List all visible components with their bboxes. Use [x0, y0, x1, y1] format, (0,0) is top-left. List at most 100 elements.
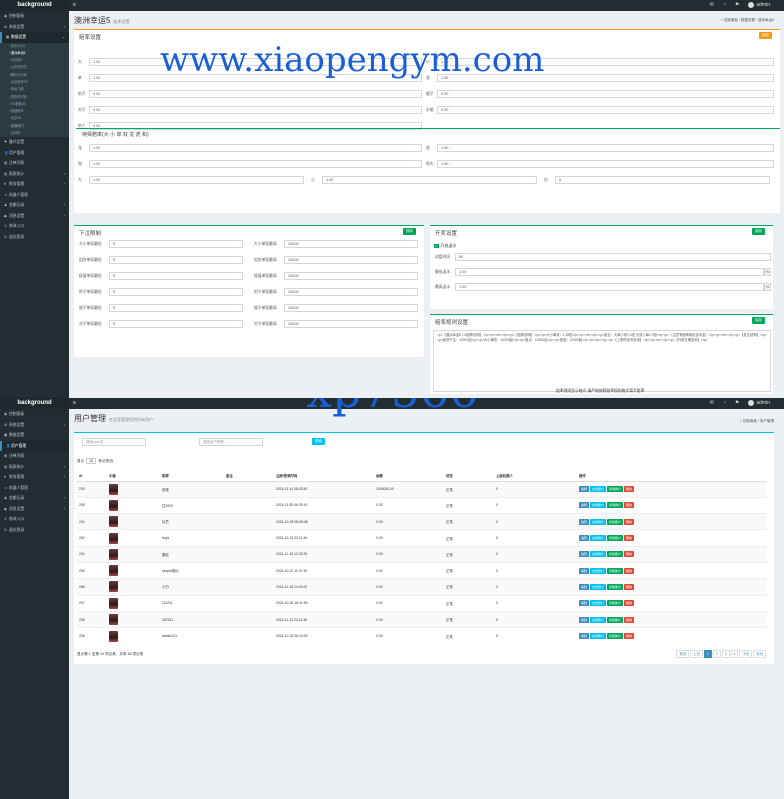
triple-odds-field-input[interactable]: 1.90 — [322, 176, 537, 184]
action-button[interactable]: 编辑 — [579, 486, 590, 493]
page-link[interactable]: 3 — [721, 650, 730, 658]
special-odds-field-input[interactable]: 1.90 — [89, 160, 422, 168]
page-link[interactable]: 2 — [712, 650, 721, 658]
column-header[interactable]: ID — [77, 471, 107, 482]
action-button[interactable]: 删除 — [624, 486, 635, 493]
special-odds-field-input[interactable]: 1.90 — [437, 144, 774, 152]
action-button[interactable]: 充值账户 — [590, 486, 607, 493]
action-button[interactable]: 扣除账户 — [607, 518, 624, 525]
action-button[interactable]: 删除 — [624, 535, 635, 542]
column-header[interactable]: 头像 — [107, 471, 160, 482]
sidebar-item[interactable]: ⚙ 系统设置 ‹ — [0, 420, 69, 431]
breadcrumb[interactable]: ⌂ 控制面板 › 用户管理 — [740, 419, 774, 424]
action-button[interactable]: 删除 — [624, 567, 635, 574]
action-button[interactable]: 扣除账户 — [607, 551, 624, 558]
sidebar-item[interactable]: ◆ 消息设置 ‹ — [0, 211, 69, 222]
sidebar-subitem[interactable]: ○ 比特币 — [0, 130, 69, 137]
menu-toggle-icon[interactable]: ≡ — [73, 2, 76, 8]
sidebar-item[interactable]: ▤ 注单列表 — [0, 158, 69, 169]
rebate-field-input[interactable]: 1.00 — [455, 283, 764, 291]
page-link[interactable]: 首页 — [676, 650, 690, 658]
sidebar-subitem[interactable]: ○ 山东快乐扫 — [0, 64, 69, 71]
rebate-switch-checkbox[interactable]: ✓ 开启返水 — [434, 243, 457, 249]
odds-field-input[interactable]: 9.90 — [89, 90, 422, 98]
user-menu[interactable]: admin — [748, 400, 770, 406]
triple-odds-field-input[interactable]: 5 — [555, 176, 770, 184]
action-button[interactable]: 充值账户 — [590, 616, 607, 623]
action-button[interactable]: 扣除账户 — [607, 486, 624, 493]
flag-icon[interactable]: ⚑ — [735, 2, 739, 8]
special-odds-field-input[interactable]: 1.90 — [437, 160, 774, 168]
action-button[interactable]: 充值账户 — [590, 600, 607, 607]
rebate-save-button[interactable]: 保存 — [752, 228, 765, 235]
odds-field-input[interactable]: 9.90 — [89, 106, 422, 114]
action-button[interactable]: 充值账户 — [590, 535, 607, 542]
page-link[interactable]: 上页 — [690, 650, 703, 658]
sidebar-subitem[interactable]: ○ 河北快3 — [0, 57, 69, 64]
limit-max-field-input[interactable]: 10000 — [284, 240, 418, 248]
mail-icon[interactable]: ✉ — [710, 400, 714, 406]
sidebar-item[interactable]: ⏻ 退出登录 — [0, 232, 69, 243]
limit-max-field-input[interactable]: 10000 — [284, 256, 418, 264]
action-button[interactable]: 删除 — [624, 633, 635, 640]
action-button[interactable]: 扣除账户 — [607, 567, 624, 574]
limit-min-field-input[interactable]: 5 — [109, 240, 243, 248]
action-button[interactable]: 删除 — [624, 600, 635, 607]
odds-field-input[interactable]: 1.90 — [437, 74, 774, 82]
search-button[interactable]: 搜索 — [312, 438, 325, 445]
sidebar-item[interactable]: ⚙ 系统设置 ‹ — [0, 22, 69, 33]
action-button[interactable]: 删除 — [624, 502, 635, 509]
rebate-field-input[interactable]: 1.00 — [455, 268, 764, 276]
sidebar-item[interactable]: ▦ 数据设置 — [0, 430, 69, 441]
page-length-select[interactable]: 10 — [86, 458, 97, 464]
limit-max-field-input[interactable]: 10000 — [284, 304, 418, 312]
sidebar-subitem[interactable]: ○ 重庆时时彩 — [0, 94, 69, 101]
sidebar-subitem[interactable]: ○ 极速赛车 — [0, 108, 69, 115]
page-link[interactable]: 4 — [730, 650, 739, 658]
column-header[interactable]: 操作 — [577, 471, 767, 482]
brand-logo[interactable]: background — [0, 0, 69, 11]
sidebar-subitem[interactable]: ○ 腾讯分分彩 — [0, 72, 69, 79]
action-button[interactable]: 编辑 — [579, 600, 590, 607]
sidebar-item[interactable]: ¥ 财务管理 ‹ — [0, 472, 69, 483]
action-button[interactable]: 编辑 — [579, 535, 590, 542]
action-button[interactable]: 删除 — [624, 551, 635, 558]
flag-icon[interactable]: ⚑ — [735, 400, 739, 406]
odds-field-input[interactable]: 1.90 — [89, 74, 422, 82]
brand-logo[interactable]: background — [0, 398, 69, 409]
notification-icon[interactable]: ◔ — [723, 2, 726, 8]
action-button[interactable]: 充值账户 — [590, 583, 607, 590]
action-button[interactable]: 扣除账户 — [607, 535, 624, 542]
limit-max-field-input[interactable]: 10000 — [284, 320, 418, 328]
action-button[interactable]: 充值账户 — [590, 567, 607, 574]
mail-icon[interactable]: ✉ — [710, 2, 714, 8]
sidebar-item[interactable]: ♟ 金额记录 ‹ — [0, 200, 69, 211]
search-username-input[interactable]: 搜索user名 — [82, 438, 146, 446]
action-button[interactable]: 扣除账户 — [607, 600, 624, 607]
limit-min-field-input[interactable]: 5 — [109, 272, 243, 280]
limit-max-field-input[interactable]: 10000 — [284, 288, 418, 296]
column-header[interactable]: 注册/登录时间 — [274, 471, 374, 482]
sidebar-item[interactable]: 👤 用户管理 — [0, 148, 69, 159]
action-button[interactable]: 充值账户 — [590, 518, 607, 525]
triple-odds-field-input[interactable]: 1.90 — [89, 176, 304, 184]
rules-textarea[interactable]: <p>【澳洲幸运5 1:5赔率说明】</p><p><br></p><p>【赔率说… — [433, 330, 771, 392]
action-button[interactable]: 编辑 — [579, 502, 590, 509]
search-nickname-input[interactable]: 搜索用户昵称... — [199, 438, 263, 446]
limit-min-field-input[interactable]: 5 — [109, 288, 243, 296]
odds-field-input[interactable]: 9.90 — [437, 106, 774, 114]
action-button[interactable]: 编辑 — [579, 567, 590, 574]
menu-toggle-icon[interactable]: ≡ — [73, 400, 76, 406]
special-odds-field-input[interactable]: 1.90 — [89, 144, 422, 152]
page-link[interactable]: 下页 — [739, 650, 753, 658]
sidebar-subitem[interactable]: ○ 新疆時时 — [0, 123, 69, 130]
action-button[interactable]: 编辑 — [579, 616, 590, 623]
limit-min-field-input[interactable]: 5 — [109, 256, 243, 264]
sidebar-subitem[interactable]: ○ PC蛋蛋28 — [0, 101, 69, 108]
breadcrumb[interactable]: ⌂ 控制面板 › 数据设置 › 澳洲幸运5 — [721, 18, 774, 23]
sidebar-subitem[interactable]: ○ 北京28 — [0, 115, 69, 122]
sidebar-subitem[interactable]: ○ 幸运飞艇 — [0, 86, 69, 93]
sidebar-item[interactable]: ☺ 机器人管理 — [0, 483, 69, 494]
sidebar-item[interactable]: ▦ 数据设置 ⌄ — [0, 32, 69, 43]
column-header[interactable]: 上级机器人 — [494, 471, 577, 482]
